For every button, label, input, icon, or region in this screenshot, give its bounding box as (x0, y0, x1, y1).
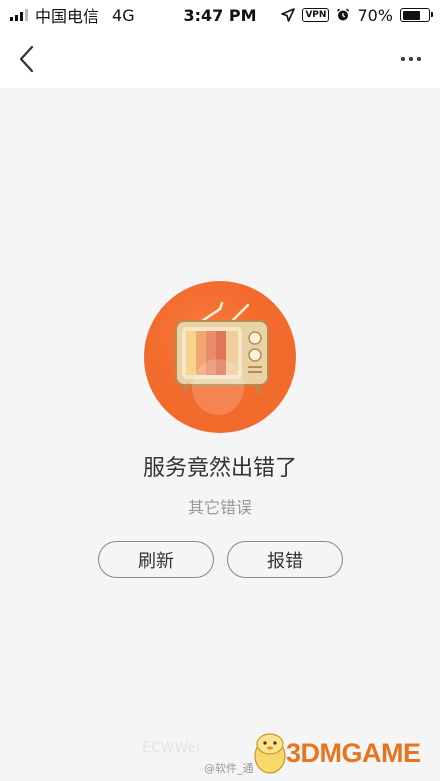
site-logo: 3DMGAME (286, 738, 421, 768)
status-right: VPN 70% (281, 5, 433, 25)
report-error-button[interactable]: 报错 (227, 541, 343, 578)
chevron-left-icon (19, 45, 34, 73)
watermark: @软件_通 3DMGAME (200, 728, 440, 778)
status-left: 中国电信 4G (10, 3, 135, 27)
alarm-icon (337, 8, 350, 21)
signal-icon (10, 9, 28, 21)
vpn-badge: VPN (302, 8, 330, 22)
nav-bar (0, 30, 440, 88)
error-title: 服务竟然出错了 (142, 456, 297, 481)
battery-percent: 70% (357, 5, 393, 25)
retro-tv-icon (144, 281, 296, 433)
watermark-faint-text: ECWWei (142, 740, 200, 756)
location-arrow-icon (281, 8, 296, 22)
weibo-handle: @软件_通 (204, 762, 254, 775)
battery-level (402, 10, 420, 20)
network-label: 4G (112, 5, 135, 25)
more-button[interactable] (394, 42, 428, 76)
battery-icon (400, 8, 433, 22)
refresh-button[interactable]: 刷新 (98, 541, 214, 578)
carrier-label: 中国电信 (35, 7, 100, 26)
status-bar: 中国电信 4G 3:47 PM VPN 70% (0, 0, 440, 30)
error-subtitle: 其它错误 (187, 498, 252, 517)
back-button[interactable] (10, 42, 44, 76)
more-dots-icon (401, 57, 405, 61)
mascot-icon (254, 733, 286, 774)
